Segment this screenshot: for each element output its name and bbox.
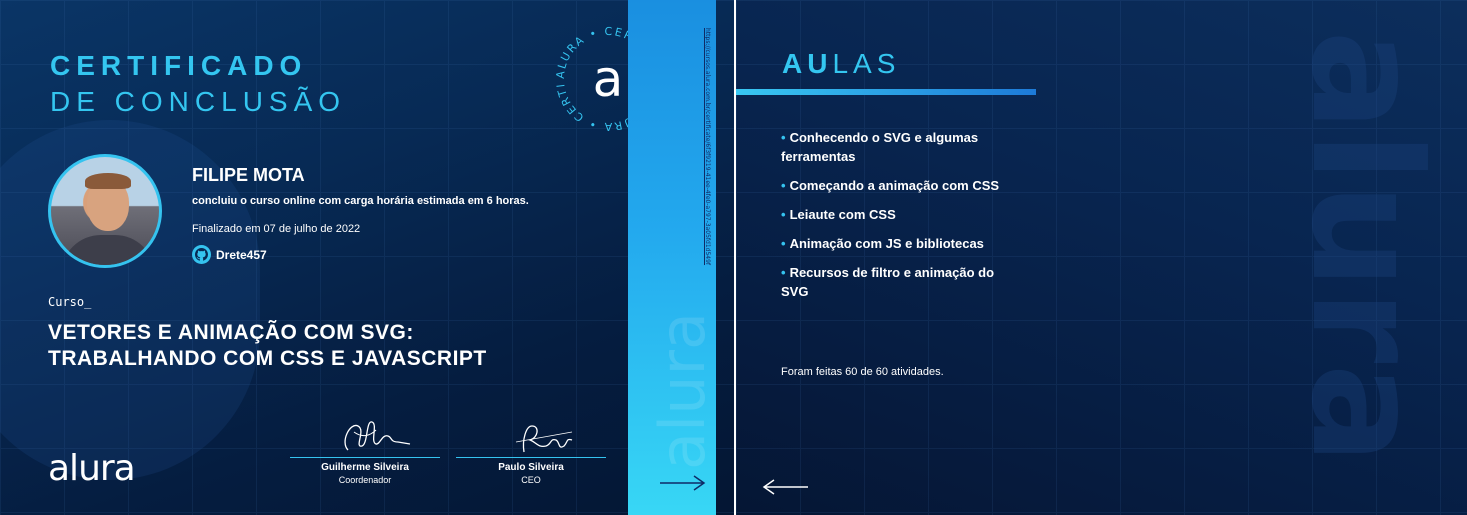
lessons-list: • Conhecendo o SVG e algumas ferramentas … — [781, 128, 1001, 311]
signature-scribble-icon — [515, 425, 573, 453]
signature-line — [456, 457, 606, 458]
list-item: • Conhecendo o SVG e algumas ferramentas — [781, 130, 979, 164]
student-name: FILIPE MOTA — [192, 165, 305, 185]
signature-coordinator: Guilherme Silveira Coordenador — [290, 412, 440, 485]
course-title-line1: VETORES E ANIMAÇÃO COM SVG: — [48, 321, 414, 344]
lessons-title-bold: AU — [782, 48, 833, 79]
finished-date: Finalizado em 07 de julho de 2022 — [192, 223, 361, 235]
lesson-label: Leiaute com CSS — [789, 207, 896, 222]
certificate-front: CERTIFICADO DE CONCLUSÃO FILIPE MOTA con… — [0, 0, 734, 515]
lesson-label: Recursos de filtro e animação do SVG — [781, 265, 995, 299]
certificate-back: alura AULAS • Conhecendo o SVG e algumas … — [736, 0, 1467, 515]
right-watermark: alura — [1278, 30, 1452, 465]
list-item: • Começando a animação com CSS — [781, 178, 1000, 193]
signature-role: Coordenador — [338, 475, 392, 485]
signature-role: CEO — [521, 475, 541, 485]
certificate-title: CERTIFICADO — [50, 50, 308, 81]
signature-name: Paulo Silveira — [498, 462, 564, 473]
arrow-left-icon[interactable] — [760, 477, 810, 497]
list-item: • Recursos de filtro e animação do SVG — [781, 265, 995, 299]
lessons-title: AULAS — [782, 48, 900, 80]
strip-watermark: alura — [646, 312, 716, 470]
lesson-label: Conhecendo o SVG e algumas ferramentas — [781, 130, 979, 164]
activities-count: Foram feitas 60 de 60 atividades. — [781, 366, 944, 378]
course-title-line2: TRABALHANDO COM CSS E JAVASCRIPT — [48, 347, 487, 370]
avatar — [48, 154, 162, 268]
github-link[interactable]: Drete457 — [192, 245, 267, 264]
github-username: Drete457 — [216, 247, 267, 262]
alura-logo: alura — [48, 448, 136, 489]
certificate-subtitle: DE CONCLUSÃO — [50, 86, 347, 117]
signature-name: Guilherme Silveira — [321, 462, 409, 473]
verification-link[interactable]: https://cursos.alura.com.br/certificate/… — [704, 28, 711, 288]
lesson-label: Começando a animação com CSS — [789, 178, 1000, 193]
signature-ceo: Paulo Silveira CEO — [456, 412, 606, 485]
github-icon — [192, 245, 211, 264]
signature-scribble-icon — [344, 421, 411, 451]
avatar-shirt — [61, 235, 155, 265]
course-title: VETORES E ANIMAÇÃO COM SVG: TRABALHANDO … — [48, 320, 608, 372]
lesson-label: Animação com JS e bibliotecas — [789, 236, 984, 251]
avatar-hair — [85, 173, 131, 189]
lessons-title-light: LAS — [832, 48, 901, 79]
lessons-title-bar — [736, 89, 1036, 95]
course-label: Curso_ — [48, 295, 92, 309]
seal-letter: a — [593, 50, 624, 108]
arrow-right-icon[interactable] — [658, 473, 708, 493]
signature-line — [290, 457, 440, 458]
completion-text: concluiu o curso online com carga horári… — [192, 195, 529, 207]
list-item: • Leiaute com CSS — [781, 207, 896, 222]
verification-strip: alura https://cursos.alura.com.br/certif… — [628, 0, 716, 515]
list-item: • Animação com JS e bibliotecas — [781, 236, 984, 251]
